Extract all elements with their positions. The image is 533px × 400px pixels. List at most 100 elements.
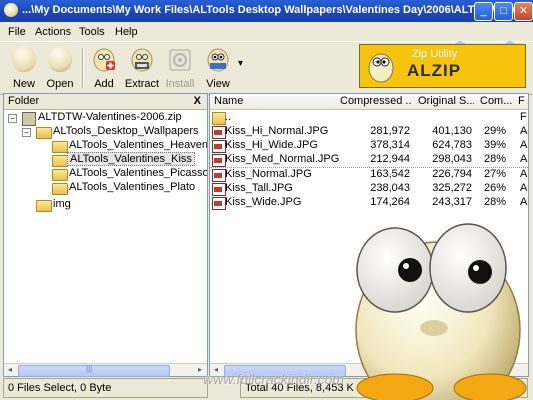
folder-horizontal-scrollbar[interactable]: ◂ ||| ▸ xyxy=(4,363,207,377)
file-name: Kiss_Wide.JPG xyxy=(225,196,302,208)
folder-pane-close-button[interactable]: X xyxy=(194,95,201,107)
status-selection-text: 0 Files Select, 0 Byte xyxy=(8,382,112,394)
column-header-extra[interactable]: F xyxy=(514,94,528,110)
alzip-banner: Zip Utility ALZIP xyxy=(359,44,526,88)
tree-node-label: ALTools_Valentines_Kiss xyxy=(67,152,195,166)
menu-tools[interactable]: Tools xyxy=(79,26,105,38)
status-selection-panel: 0 Files Select, 0 Byte xyxy=(3,378,208,398)
folder-up-icon xyxy=(212,112,226,125)
jpg-file-icon xyxy=(212,140,226,153)
file-row[interactable]: Kiss_Tall.JPG 238,043 325,272 26% A xyxy=(210,182,528,196)
column-header-compressed[interactable]: Compressed ... xyxy=(336,94,415,110)
column-label: Com... xyxy=(480,95,512,107)
install-button[interactable]: Install xyxy=(160,44,200,92)
tree-node-label: ALTools_Valentines_Heaven_ xyxy=(69,139,207,151)
jpg-file-icon xyxy=(212,183,226,196)
file-original-size: 401,130 xyxy=(432,125,472,137)
folder-icon xyxy=(52,141,68,153)
view-dropdown-arrow[interactable]: ▾ xyxy=(238,58,243,69)
tree-node-label: ALTools_Valentines_Picasso xyxy=(69,167,207,179)
file-ratio: 26% xyxy=(483,182,506,194)
close-button[interactable]: ✕ xyxy=(514,2,533,21)
file-name: Kiss_Tall.JPG xyxy=(225,182,293,194)
add-button[interactable]: Add xyxy=(84,44,124,92)
extract-button[interactable]: Extract xyxy=(122,44,162,92)
file-ratio: 27% xyxy=(483,168,506,180)
column-label: Compressed ... xyxy=(340,95,412,107)
file-extra: F xyxy=(520,111,527,123)
file-compressed-size: 238,043 xyxy=(370,182,410,194)
file-name: Kiss_Med_Normal.JPG xyxy=(225,153,340,165)
minimize-button[interactable]: _ xyxy=(474,2,493,21)
zip-file-icon xyxy=(22,112,36,126)
tree-node-label: ALTools_Valentines_Plato xyxy=(69,181,196,193)
folder-icon xyxy=(52,155,68,167)
view-label: View xyxy=(206,78,230,90)
file-extra: A xyxy=(520,153,528,165)
jpg-file-icon xyxy=(212,126,226,139)
title-bar[interactable]: ...\My Documents\My Work Files\ALTools D… xyxy=(0,0,533,22)
menu-file[interactable]: File xyxy=(8,26,26,38)
file-ratio: 39% xyxy=(483,139,506,151)
file-original-size: 624,783 xyxy=(432,139,472,151)
extract-label: Extract xyxy=(124,78,160,90)
extract-icon xyxy=(130,46,154,72)
tree-node-label: ALTools_Desktop_Wallpapers xyxy=(53,125,199,137)
file-compressed-size: 378,314 xyxy=(370,139,410,151)
collapse-toggle[interactable]: − xyxy=(8,114,17,123)
mascot-icon xyxy=(368,53,394,83)
maximize-button[interactable]: □ xyxy=(494,2,513,21)
file-row[interactable]: Kiss_Hi_Wide.JPG 378,314 624,783 39% A xyxy=(210,139,528,153)
file-extra: A xyxy=(520,139,528,151)
tree-node-label: img xyxy=(53,198,71,210)
folder-pane-header: Folder X xyxy=(4,94,207,110)
file-row[interactable]: Kiss_Normal.JPG 163,542 226,794 27% A xyxy=(210,167,528,182)
new-button[interactable]: New xyxy=(4,44,44,92)
file-original-size: 298,043 xyxy=(432,153,472,165)
file-name: Kiss_Hi_Wide.JPG xyxy=(225,139,318,151)
folder-icon xyxy=(36,127,52,139)
file-extra: A xyxy=(520,182,528,194)
file-row-parent[interactable]: .. F xyxy=(210,111,528,125)
jpg-file-icon xyxy=(212,169,226,182)
file-name: .. xyxy=(225,111,232,123)
file-original-size: 226,794 xyxy=(432,168,472,180)
view-icon xyxy=(206,46,230,72)
scroll-thumb[interactable] xyxy=(18,365,170,377)
file-name: Kiss_Normal.JPG xyxy=(225,168,312,180)
column-header-original[interactable]: Original S... xyxy=(414,94,477,110)
folder-icon xyxy=(52,169,68,181)
new-label: New xyxy=(12,78,35,90)
banner-subtitle: Zip Utility xyxy=(412,48,458,60)
add-label: Add xyxy=(94,78,114,90)
column-header-ratio[interactable]: Com... xyxy=(476,94,515,110)
menu-bar: File Actions Tools Help xyxy=(0,22,533,41)
folder-tree: − ALTDTW-Valentines-2006.zip − ALTools_D… xyxy=(4,109,207,364)
file-ratio: 28% xyxy=(483,153,506,165)
file-original-size: 325,272 xyxy=(432,182,472,194)
column-label: Original S... xyxy=(418,95,474,107)
open-button[interactable]: Open xyxy=(40,44,80,92)
file-row[interactable]: Kiss_Med_Normal.JPG 212,944 298,043 28% … xyxy=(210,153,528,167)
jpg-file-icon xyxy=(212,197,226,210)
column-header-name[interactable]: Name xyxy=(210,94,337,110)
watermark-text: www.fullcrackindir.com xyxy=(203,371,345,387)
app-egg-icon[interactable] xyxy=(4,3,18,17)
file-compressed-size: 163,542 xyxy=(370,168,410,180)
file-extra: A xyxy=(520,168,528,180)
scroll-left-arrow[interactable]: ◂ xyxy=(5,365,15,375)
view-button[interactable]: View xyxy=(198,44,238,92)
install-label: Install xyxy=(165,78,195,90)
menu-actions[interactable]: Actions xyxy=(35,26,71,38)
file-ratio: 29% xyxy=(483,125,506,137)
file-row[interactable]: Kiss_Hi_Normal.JPG 281,972 401,130 29% A xyxy=(210,125,528,139)
file-compressed-size: 212,944 xyxy=(370,153,410,165)
tree-node-label: ALTDTW-Valentines-2006.zip xyxy=(38,111,182,123)
menu-help[interactable]: Help xyxy=(115,26,138,38)
collapse-toggle[interactable]: − xyxy=(22,128,31,137)
open-label: Open xyxy=(46,78,74,90)
open-icon xyxy=(48,46,72,72)
jpg-file-icon xyxy=(212,154,226,167)
file-name: Kiss_Hi_Normal.JPG xyxy=(225,125,329,137)
folder-pane-title: Folder xyxy=(8,95,40,107)
